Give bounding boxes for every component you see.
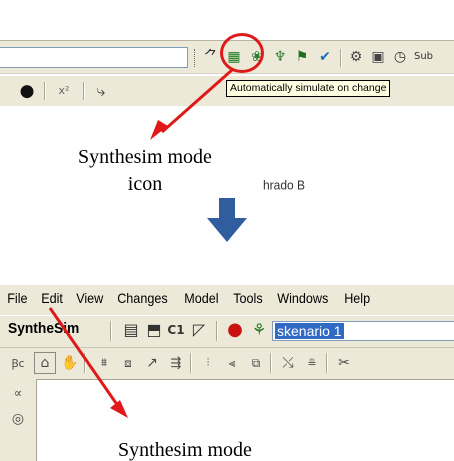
menu-windows[interactable]: Windows <box>270 290 334 306</box>
delete-icon[interactable]: ⤯ <box>278 353 298 373</box>
toolbar-screenshot: ⺈ ▦ ❀ ♆ ⚑ ✔ ⚙ ▣ ◷ Sub ● x² ⤷ Automatical… <box>0 0 454 115</box>
rate-icon[interactable]: ⇶ <box>166 353 186 373</box>
sub-icon[interactable]: Sub <box>414 48 454 66</box>
runner-icon[interactable]: ✔ <box>316 48 334 66</box>
compare-icon[interactable]: C1 <box>167 321 185 339</box>
scenario-value: skenario 1 <box>275 323 344 339</box>
tooltip: Automatically simulate on change <box>226 80 391 97</box>
arrow-path-icon[interactable]: ⤷ <box>92 82 110 100</box>
toolbar-separator <box>216 321 218 341</box>
menu-file[interactable]: File <box>0 290 33 306</box>
cut-icon[interactable]: ✂ <box>334 353 354 373</box>
formula-icon[interactable]: x² <box>52 82 76 100</box>
save-icon[interactable]: ▤ <box>122 321 140 339</box>
stop-icon[interactable]: ● <box>226 321 244 339</box>
side-toolbar: ∝ ◎ <box>0 379 36 461</box>
level-icon[interactable]: ⫶ <box>198 353 218 373</box>
partial-label: hrado B <box>263 177 306 193</box>
synthesim-toolbar: SyntheSim ▤ ⬒ C1 ◸ ● ⚘ skenario 1 <box>0 315 454 345</box>
open-icon[interactable]: ⬒ <box>145 321 163 339</box>
run-icon[interactable]: ⚑ <box>293 48 311 66</box>
lock-icon[interactable]: ⌂ <box>34 352 56 374</box>
toolbar-separator <box>190 353 192 373</box>
walk-icon[interactable]: ⺈ <box>202 48 220 66</box>
clock-icon[interactable]: ◷ <box>391 48 409 66</box>
menu-edit[interactable]: Edit <box>34 290 68 306</box>
model-input[interactable] <box>0 47 188 68</box>
toolbar-grip[interactable] <box>194 49 197 67</box>
toolbar-separator <box>340 49 342 67</box>
scenario-input[interactable]: skenario 1 <box>272 321 454 341</box>
menu-bar: File Edit View Changes Model Tools Windo… <box>0 285 454 311</box>
chart-icon[interactable]: ▣ <box>369 48 387 66</box>
network-icon[interactable]: ⚙ <box>347 48 365 66</box>
shadow-icon[interactable]: ⫷ <box>222 353 242 373</box>
toolbar-separator <box>326 353 328 373</box>
caption-line2: icon <box>127 173 163 195</box>
variable-icon[interactable]: ⩩ <box>94 353 114 373</box>
simulate-icon[interactable]: ⚘ <box>250 321 268 339</box>
text-tool-icon[interactable]: Ꞵc <box>8 353 28 373</box>
arrow-icon[interactable]: ↗ <box>142 353 162 373</box>
menu-view[interactable]: View <box>69 290 109 306</box>
graph-icon[interactable]: ◸ <box>190 321 208 339</box>
window-top-strip <box>0 0 454 20</box>
toolbar-separator <box>270 353 272 373</box>
menu-help[interactable]: Help <box>337 290 376 306</box>
box-icon[interactable]: ⧈ <box>118 353 138 373</box>
menu-tools[interactable]: Tools <box>226 290 268 306</box>
toolbar-separator <box>84 353 86 373</box>
toolbar-separator <box>44 82 46 100</box>
caption-bottom: Synthesim mode <box>118 439 252 461</box>
toolbar-separator <box>110 321 112 341</box>
comment-icon[interactable]: ≞ <box>302 353 322 373</box>
toolbar-separator <box>83 82 85 100</box>
person-icon[interactable]: ♆ <box>271 48 289 66</box>
highlight-circle <box>220 33 264 73</box>
sketch-toolbar: Ꞵc ⌂ ✋ ⩩ ⧈ ↗ ⇶ ⫶ ⫷ ⧉ ⤯ ≞ ✂ <box>0 347 454 377</box>
synthesim-label: SyntheSim <box>8 320 80 337</box>
down-arrow-icon <box>207 198 247 242</box>
flow-icon[interactable]: ⧉ <box>246 353 266 373</box>
synthesim-screenshot: File Edit View Changes Model Tools Windo… <box>0 285 454 461</box>
source-icon[interactable]: ◎ <box>8 409 28 429</box>
caption-line1: Synthesim mode <box>78 146 212 168</box>
menu-changes[interactable]: Changes <box>110 290 173 306</box>
menu-model[interactable]: Model <box>177 290 224 306</box>
cloud-icon[interactable]: ∝ <box>8 383 28 403</box>
pie-icon[interactable]: ● <box>18 82 36 100</box>
hand-icon[interactable]: ✋ <box>60 353 80 373</box>
